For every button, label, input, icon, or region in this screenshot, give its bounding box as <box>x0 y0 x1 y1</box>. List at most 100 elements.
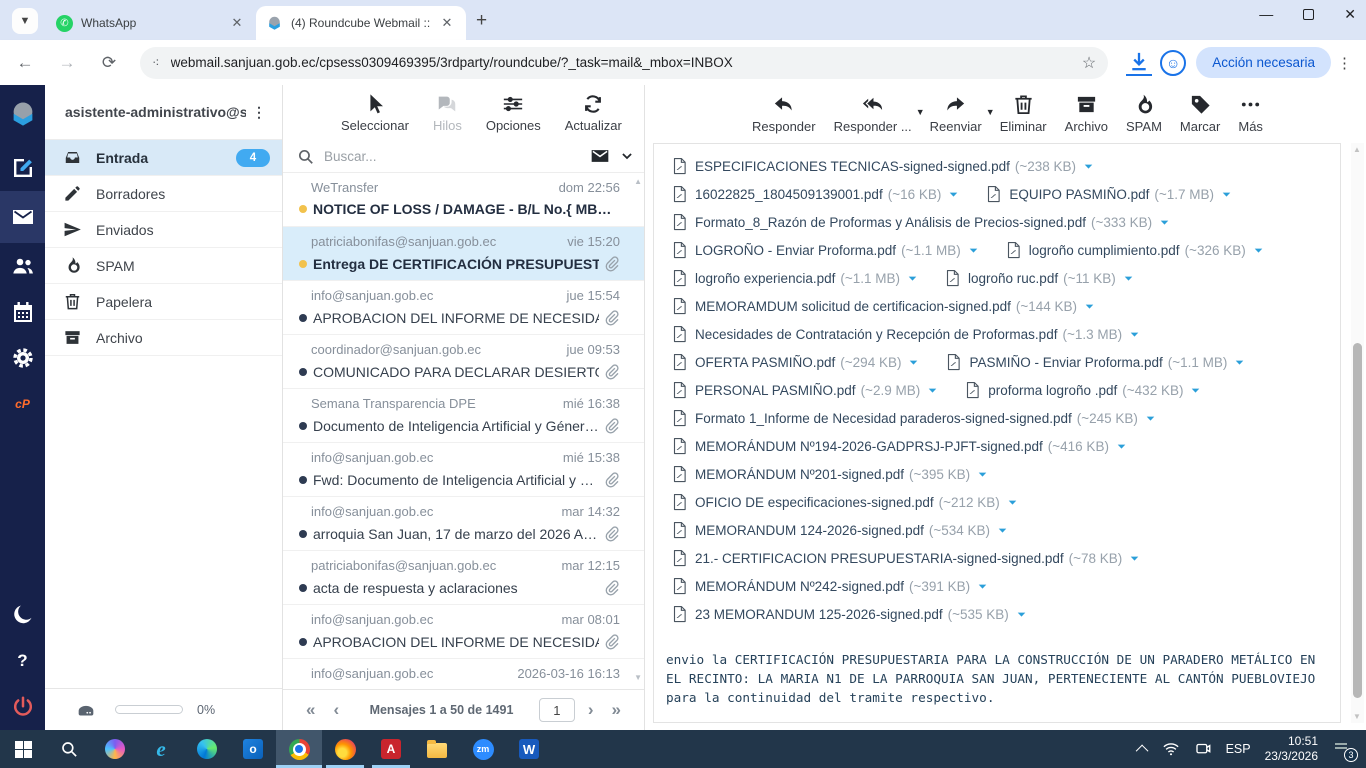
folder-item-spam[interactable]: SPAM <box>45 248 282 284</box>
reading-pane-scrollbar[interactable]: ▲ ▼ <box>1351 143 1364 723</box>
attachment-item[interactable]: MEMORAMDUM solicitud de certificacion-si… <box>672 297 1096 315</box>
mail-toolbar-tag-button[interactable]: Marcar <box>1173 91 1227 136</box>
attachment-item[interactable]: 23 MEMORANDUM 125-2026-signed.pdf (~535 K… <box>672 605 1028 623</box>
list-scroll-up-icon[interactable]: ▲ <box>634 177 642 186</box>
taskbar-outlook-icon[interactable]: o <box>230 730 276 768</box>
minimize-button[interactable]: — <box>1259 6 1273 23</box>
attachment-item[interactable]: proforma logroño .pdf (~432 KB) <box>965 381 1202 399</box>
prev-page-button[interactable]: ‹ <box>324 700 348 720</box>
taskbar-zoom-icon[interactable]: zm <box>460 730 506 768</box>
folder-item-borradores[interactable]: Borradores <box>45 176 282 212</box>
mail-toolbar-trash-button[interactable]: Eliminar <box>993 91 1054 136</box>
tray-expand-icon[interactable] <box>1135 744 1149 757</box>
attachment-item[interactable]: Necesidades de Contratación y Recepción … <box>672 325 1141 343</box>
attachment-item[interactable]: logroño ruc.pdf (~11 KB) <box>945 269 1135 287</box>
toolbar-actualizar-button[interactable]: Actualizar <box>557 91 630 135</box>
page-number-input[interactable]: 1 <box>538 698 575 722</box>
attachment-item[interactable]: MEMORÁNDUM Nº242-signed.pdf (~391 KB) <box>672 577 989 595</box>
toolbar-seleccionar-button[interactable]: Seleccionar <box>333 91 417 135</box>
rail-logout-button[interactable] <box>0 684 45 730</box>
attachment-item[interactable]: LOGROÑO - Enviar Proforma.pdf (~1.1 MB) <box>672 241 980 259</box>
bookmark-star-icon[interactable]: ☆ <box>1082 53 1096 73</box>
mail-toolbar-reply-all-button[interactable]: ▼ Responder ... <box>827 91 925 136</box>
attachment-item[interactable]: PERSONAL PASMIÑO.pdf (~2.9 MB) <box>672 381 939 399</box>
attachment-item[interactable]: ESPECIFICACIONES TECNICAS-signed-signed.… <box>672 157 1095 175</box>
rail-darkmode-button[interactable] <box>0 592 45 638</box>
language-indicator[interactable]: ESP <box>1226 742 1251 756</box>
forward-icon[interactable]: → <box>50 46 84 80</box>
taskbar-ie-icon[interactable]: e <box>138 730 184 768</box>
attachment-item[interactable]: PASMIÑO - Enviar Proforma.pdf (~1.1 MB) <box>946 353 1246 371</box>
mail-toolbar-reply-button[interactable]: Responder <box>745 91 823 136</box>
attachment-item[interactable]: logroño cumplimiento.pdf (~326 KB) <box>1006 241 1265 259</box>
mail-toolbar-more-button[interactable]: Más <box>1231 91 1270 136</box>
message-row[interactable]: Semana Transparencia DPE mié 16:38 Documen… <box>283 389 644 443</box>
attachment-item[interactable]: 16022825_1804509139001.pdf (~16 KB) <box>672 185 960 203</box>
reload-icon[interactable]: ⟳ <box>92 46 126 80</box>
wifi-icon[interactable] <box>1162 740 1180 758</box>
close-button[interactable]: ✕ <box>1344 6 1356 23</box>
taskbar-copilot-icon[interactable] <box>92 730 138 768</box>
message-row[interactable]: patriciabonifas@sanjuan.gob.ec vie 15:20 E… <box>283 227 644 281</box>
taskbar-acrobat-icon[interactable]: A <box>368 730 414 768</box>
meet-now-icon[interactable] <box>1194 740 1212 758</box>
attachment-item[interactable]: Formato_8_Razón de Proformas y Análisis … <box>672 213 1171 231</box>
attachment-item[interactable]: MEMORÁNDUM Nº194-2026-GADPRSJ-PJFT-signe… <box>672 437 1128 455</box>
clock[interactable]: 10:51 23/3/2026 <box>1265 734 1318 764</box>
search-options-chevron-icon[interactable] <box>620 149 634 163</box>
taskbar-chrome-icon[interactable] <box>276 730 322 768</box>
rail-compose-button[interactable] <box>0 145 45 191</box>
rail-settings-button[interactable] <box>0 335 45 381</box>
attachment-item[interactable]: 21.- CERTIFICACION PRESUPUESTARIA-signed… <box>672 549 1141 567</box>
list-scroll-down-icon[interactable]: ▼ <box>634 673 642 682</box>
next-page-button[interactable]: › <box>579 700 603 720</box>
restore-button[interactable] <box>1303 9 1315 20</box>
notification-center-icon[interactable]: 3 <box>1332 739 1358 762</box>
message-row[interactable]: info@sanjuan.gob.ec jue 15:54 APROBACION D… <box>283 281 644 335</box>
mail-toolbar-forward-button[interactable]: ▼ Reenviar <box>923 91 995 136</box>
mail-toolbar-fire-button[interactable]: SPAM <box>1119 91 1169 136</box>
scrollbar-thumb[interactable] <box>1353 343 1362 698</box>
folder-options-icon[interactable]: ⋮ <box>246 104 272 121</box>
attachment-item[interactable]: EQUIPO PASMIÑO.pdf (~1.7 MB) <box>986 185 1233 203</box>
site-settings-icon[interactable]: ⁖ <box>152 55 161 71</box>
folder-item-enviados[interactable]: Enviados <box>45 212 282 248</box>
attachment-item[interactable]: MEMORÁNDUM Nº201-signed.pdf (~395 KB) <box>672 465 989 483</box>
taskbar-edge-icon[interactable] <box>184 730 230 768</box>
attachment-item[interactable]: Formato 1_Informe de Necesidad paraderos… <box>672 409 1157 427</box>
folder-item-archivo[interactable]: Archivo <box>45 320 282 356</box>
rail-mail-button[interactable] <box>0 191 45 243</box>
attachment-item[interactable]: logroño experiencia.pdf (~1.1 MB) <box>672 269 919 287</box>
message-row[interactable]: WeTransfer dom 22:56 NOTICE OF LOSS / DAMA… <box>283 173 644 227</box>
tab-search-button[interactable]: ▼ <box>12 8 38 34</box>
action-required-button[interactable]: Acción necesaria <box>1196 47 1331 78</box>
address-bar[interactable]: ⁖ webmail.sanjuan.gob.ec/cpsess030946939… <box>140 46 1109 79</box>
message-row[interactable]: coordinador@sanjuan.gob.ec jue 09:53 COMUN… <box>283 335 644 389</box>
profile-icon[interactable]: ☺ <box>1160 49 1187 76</box>
message-row[interactable]: info@sanjuan.gob.ec 2026-03-16 16:13 <box>283 659 644 686</box>
back-icon[interactable]: ← <box>8 46 42 80</box>
rail-help-button[interactable]: ? <box>0 638 45 684</box>
search-input[interactable] <box>324 148 590 164</box>
folder-item-papelera[interactable]: Papelera <box>45 284 282 320</box>
browser-menu-icon[interactable]: ⋮ <box>1337 54 1352 72</box>
rail-calendar-button[interactable] <box>0 289 45 335</box>
tab-whatsapp[interactable]: ✆ WhatsApp ✕ <box>46 6 256 40</box>
message-row[interactable]: info@sanjuan.gob.ec mar 08:01 APROBACION D… <box>283 605 644 659</box>
message-row[interactable]: info@sanjuan.gob.ec mié 15:38 Fwd: Documen… <box>283 443 644 497</box>
rail-cpanel-button[interactable]: cP <box>0 381 45 427</box>
toolbar-opciones-button[interactable]: Opciones <box>478 91 549 135</box>
message-row[interactable]: info@sanjuan.gob.ec mar 14:32 arroquia San… <box>283 497 644 551</box>
taskbar-explorer-icon[interactable] <box>414 730 460 768</box>
taskbar-search-icon[interactable] <box>46 730 92 768</box>
mail-toolbar-archive-button[interactable]: Archivo <box>1058 91 1115 136</box>
downloads-icon[interactable] <box>1126 50 1153 76</box>
message-row[interactable]: patriciabonifas@sanjuan.gob.ec mar 12:15 a… <box>283 551 644 605</box>
last-page-button[interactable]: » <box>603 700 630 720</box>
rail-contacts-button[interactable] <box>0 243 45 289</box>
new-tab-button[interactable]: + <box>476 10 487 32</box>
attachment-item[interactable]: OFICIO DE especificaciones-signed.pdf (~2… <box>672 493 1019 511</box>
tab-roundcube[interactable]: (4) Roundcube Webmail :: Entra ✕ <box>256 6 466 40</box>
folder-item-entrada[interactable]: Entrada 4 <box>45 140 282 176</box>
taskbar-word-icon[interactable]: W <box>506 730 552 768</box>
